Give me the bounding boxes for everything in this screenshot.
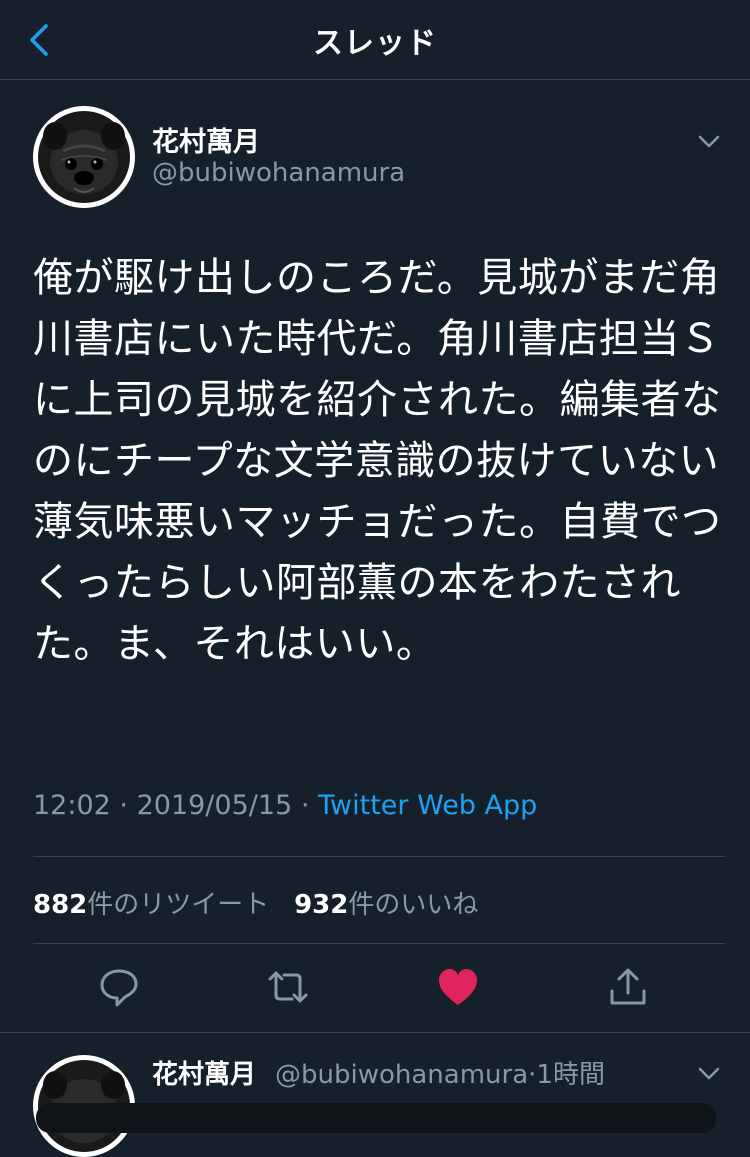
tweet-text: 俺が駆け出しのころだ。見城がまだ角川書店にいた時代だ。角川書店担当Ｓに上司の見城… [33,255,722,667]
retweets-count: 882 [33,890,88,920]
reply-author-handle[interactable]: @bubiwohanamura [275,1060,528,1090]
heart-icon[interactable] [436,965,480,1009]
tweet-time: 12:02 [33,790,111,821]
page-title: スレッド [313,26,437,61]
reply-icon[interactable] [97,965,141,1009]
retweet-icon[interactable] [266,965,310,1009]
bottom-overlay-bar [36,1103,716,1133]
tweet-meta: 12:02 · 2019/05/15 · Twitter Web App [33,790,537,821]
chevron-down-icon[interactable] [694,128,724,154]
meta-separator: · [119,790,128,821]
chevron-down-icon[interactable] [694,1060,724,1086]
likes-count: 932 [294,890,349,920]
divider [0,1032,750,1033]
meta-separator: · [300,790,310,821]
reply-meta: @bubiwohanamura·1時間 [275,1054,605,1091]
avatar[interactable] [33,106,135,208]
divider [33,856,725,857]
tweet-date: 2019/05/15 [136,790,293,821]
reply-time: 1時間 [536,1060,605,1090]
tweet-source-link[interactable]: Twitter Web App [318,790,537,821]
likes-stat[interactable]: 932件のいいね [294,890,478,920]
share-icon[interactable] [606,965,650,1009]
retweets-label: 件のリツイート [87,890,270,920]
reply-author-name[interactable]: 花村萬月 [152,1054,256,1091]
retweets-stat[interactable]: 882件のリツイート [33,890,269,920]
author-handle[interactable]: @bubiwohanamura [152,158,405,188]
pug-avatar-image [38,111,130,203]
divider [33,943,725,944]
likes-label: 件のいいね [348,890,479,920]
author-name[interactable]: 花村萬月 [152,120,260,159]
tweet-stats: 882件のリツイート 932件のいいね [33,884,478,921]
top-bar: スレッド [0,0,750,80]
